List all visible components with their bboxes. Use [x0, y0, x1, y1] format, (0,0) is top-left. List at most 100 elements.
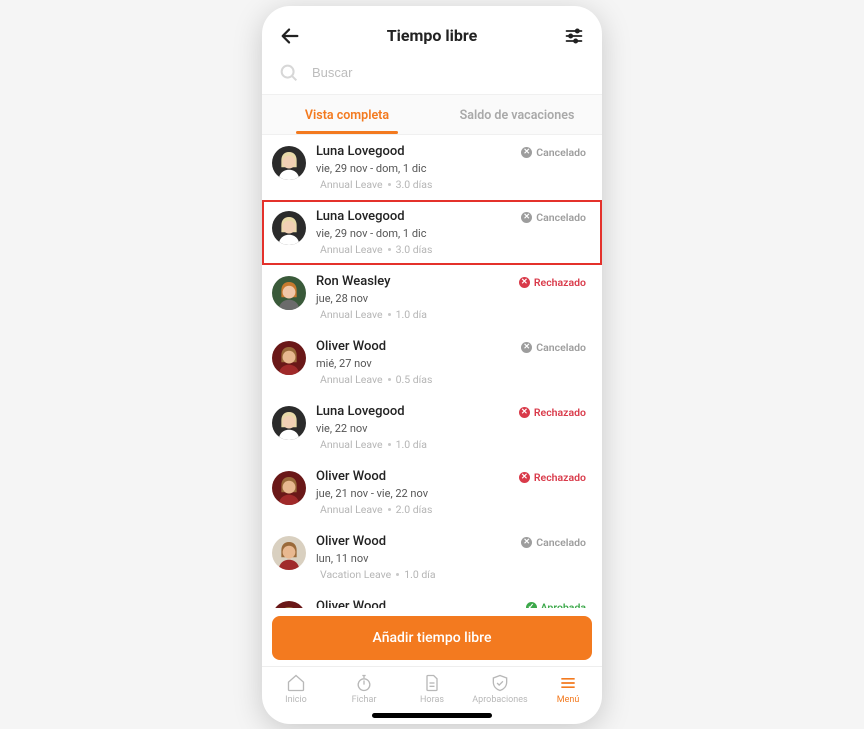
request-type: Annual Leave — [320, 373, 383, 386]
request-item[interactable]: Oliver Wood ✓ Aprobada — [262, 590, 602, 608]
request-duration: 2.0 días — [396, 503, 433, 516]
nav-menu[interactable]: Menú — [534, 673, 602, 705]
fab-area: Añadir tiempo libre — [262, 608, 602, 666]
search-input[interactable] — [312, 65, 586, 80]
request-type: Annual Leave — [320, 308, 383, 321]
x-circle-icon: ✕ — [521, 147, 532, 158]
status-badge: ✕ Cancelado — [521, 536, 586, 549]
request-name: Oliver Wood — [316, 599, 526, 608]
request-name: Oliver Wood — [316, 534, 521, 549]
nav-home-label: Inicio — [285, 695, 307, 705]
requests-list: Luna Lovegood vie, 29 nov - dom, 1 dic A… — [262, 135, 602, 608]
request-meta: Annual Leave 1.0 día — [316, 438, 519, 451]
avatar — [272, 406, 306, 440]
avatar — [272, 276, 306, 310]
request-item[interactable]: Ron Weasley jue, 28 nov Annual Leave 1.0… — [262, 265, 602, 330]
arrow-left-icon — [279, 25, 301, 47]
x-circle-icon: ✕ — [521, 342, 532, 353]
request-dates: vie, 29 nov - dom, 1 dic — [316, 227, 521, 240]
tab-balance[interactable]: Saldo de vacaciones — [432, 95, 602, 134]
request-meta: Annual Leave 3.0 días — [316, 243, 521, 256]
request-name: Ron Weasley — [316, 274, 519, 289]
add-time-off-button[interactable]: Añadir tiempo libre — [272, 616, 592, 660]
request-item[interactable]: Oliver Wood jue, 21 nov - vie, 22 nov An… — [262, 460, 602, 525]
status-badge: ✕ Cancelado — [521, 211, 586, 224]
avatar-image — [272, 471, 306, 505]
request-meta: Vacation Leave 1.0 día — [316, 568, 521, 581]
request-info: Luna Lovegood vie, 29 nov - dom, 1 dic A… — [316, 209, 521, 256]
app-header: Tiempo libre — [262, 6, 602, 58]
request-item[interactable]: Oliver Wood lun, 11 nov Vacation Leave 1… — [262, 525, 602, 590]
status-badge: ✕ Rechazado — [519, 276, 586, 289]
request-type: Vacation Leave — [320, 568, 391, 581]
dot-separator — [396, 573, 399, 576]
request-info: Luna Lovegood vie, 29 nov - dom, 1 dic A… — [316, 144, 521, 191]
request-info: Oliver Wood mié, 27 nov Annual Leave 0.5… — [316, 339, 521, 386]
nav-clockin[interactable]: Fichar — [330, 673, 398, 705]
avatar — [272, 146, 306, 180]
request-type: Annual Leave — [320, 243, 383, 256]
dot-separator — [388, 183, 391, 186]
request-type: Annual Leave — [320, 503, 383, 516]
request-item[interactable]: Luna Lovegood vie, 22 nov Annual Leave 1… — [262, 395, 602, 460]
menu-icon — [558, 673, 578, 693]
x-circle-icon: ✕ — [521, 537, 532, 548]
avatar — [272, 601, 306, 608]
request-name: Oliver Wood — [316, 469, 519, 484]
request-meta: Annual Leave 3.0 días — [316, 178, 521, 191]
request-duration: 3.0 días — [396, 178, 433, 191]
tabs: Vista completa Saldo de vacaciones — [262, 94, 602, 135]
page-title: Tiempo libre — [387, 26, 477, 45]
nav-clockin-label: Fichar — [352, 695, 377, 705]
request-meta: Annual Leave 1.0 día — [316, 308, 519, 321]
request-dates: lun, 11 nov — [316, 552, 521, 565]
status-badge: ✕ Rechazado — [519, 471, 586, 484]
avatar-image — [272, 536, 306, 570]
nav-hours[interactable]: Horas — [398, 673, 466, 705]
request-name: Luna Lovegood — [316, 209, 521, 224]
home-indicator — [372, 713, 492, 718]
request-dates: jue, 28 nov — [316, 292, 519, 305]
x-circle-icon: ✕ — [519, 407, 530, 418]
request-item[interactable]: Oliver Wood mié, 27 nov Annual Leave 0.5… — [262, 330, 602, 395]
request-duration: 1.0 día — [396, 308, 427, 321]
avatar-image — [272, 211, 306, 245]
request-duration: 0.5 días — [396, 373, 433, 386]
avatar-image — [272, 276, 306, 310]
avatar-image — [272, 341, 306, 375]
request-meta: Annual Leave 0.5 días — [316, 373, 521, 386]
request-type: Annual Leave — [320, 178, 383, 191]
x-circle-icon: ✕ — [519, 277, 530, 288]
back-button[interactable] — [278, 24, 302, 48]
nav-home[interactable]: Inicio — [262, 673, 330, 705]
status-badge: ✓ Aprobada — [526, 601, 586, 608]
request-item[interactable]: Luna Lovegood vie, 29 nov - dom, 1 dic A… — [262, 200, 602, 265]
nav-hours-label: Horas — [420, 695, 444, 705]
filter-button[interactable] — [562, 24, 586, 48]
request-duration: 1.0 día — [396, 438, 427, 451]
request-info: Oliver Wood lun, 11 nov Vacation Leave 1… — [316, 534, 521, 581]
request-dates: vie, 22 nov — [316, 422, 519, 435]
dot-separator — [388, 248, 391, 251]
request-item[interactable]: Luna Lovegood vie, 29 nov - dom, 1 dic A… — [262, 135, 602, 200]
request-name: Luna Lovegood — [316, 404, 519, 419]
phone-frame: Tiempo libre Vista completa Saldo de vac… — [262, 6, 602, 724]
status-label: Rechazado — [534, 406, 586, 419]
nav-approvals[interactable]: Aprobaciones — [466, 673, 534, 705]
stopwatch-icon — [354, 673, 374, 693]
request-info: Luna Lovegood vie, 22 nov Annual Leave 1… — [316, 404, 519, 451]
avatar-image — [272, 406, 306, 440]
home-icon — [286, 673, 306, 693]
avatar — [272, 471, 306, 505]
avatar — [272, 211, 306, 245]
status-badge: ✕ Rechazado — [519, 406, 586, 419]
nav-approvals-label: Aprobaciones — [472, 695, 527, 705]
nav-menu-label: Menú — [557, 695, 580, 705]
dot-separator — [388, 508, 391, 511]
x-circle-icon: ✕ — [519, 472, 530, 483]
request-dates: vie, 29 nov - dom, 1 dic — [316, 162, 521, 175]
request-type: Annual Leave — [320, 438, 383, 451]
avatar-image — [272, 601, 306, 608]
tab-full-view[interactable]: Vista completa — [262, 95, 432, 134]
search-bar[interactable] — [262, 58, 602, 94]
